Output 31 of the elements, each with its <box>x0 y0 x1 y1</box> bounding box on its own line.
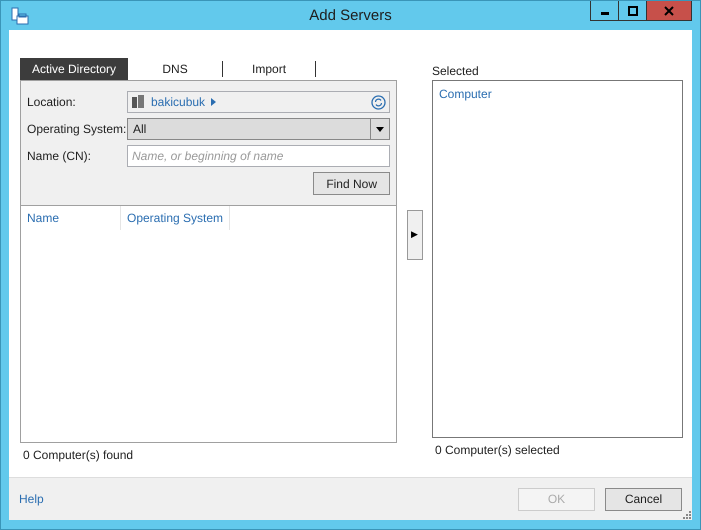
minimize-icon <box>600 12 608 15</box>
maximize-icon <box>628 6 638 16</box>
column-header[interactable]: Name <box>21 206 121 230</box>
help-link[interactable]: Help <box>19 492 44 506</box>
column-header[interactable]: Operating System <box>121 206 230 230</box>
tab[interactable]: Active Directory <box>20 58 128 80</box>
add-button[interactable]: ▶ <box>406 210 422 260</box>
window-title: Add Servers <box>309 7 392 24</box>
status-text: 0 Computer(s) found <box>23 448 134 462</box>
field-label: Location: <box>27 95 77 109</box>
status-text: 0 Computer(s) selected <box>435 443 561 457</box>
selected-label: Selected <box>432 64 480 80</box>
close-button[interactable] <box>646 1 692 21</box>
field-label: Name (CN): <box>27 149 92 163</box>
server-icon <box>11 6 29 24</box>
field-label: Operating System: <box>27 122 127 136</box>
name-input[interactable]: Name, or beginning of name <box>127 145 390 167</box>
caret-icon <box>211 98 216 106</box>
tab[interactable]: Import <box>223 61 316 77</box>
resize-grip-icon <box>682 510 691 519</box>
os-dropdown[interactable]: All <box>127 118 390 140</box>
cancel-button[interactable]: Cancel <box>605 488 682 510</box>
close-icon <box>664 6 674 16</box>
dropdown-arrow-icon <box>376 126 384 132</box>
building-icon <box>131 95 145 109</box>
find-now-button[interactable]: Find Now <box>313 172 390 195</box>
minimize-button[interactable] <box>590 1 619 21</box>
location-field[interactable]: bakicubuk <box>127 91 390 113</box>
tab[interactable]: DNS <box>128 61 224 77</box>
refresh-icon <box>371 94 386 110</box>
list-item[interactable]: Computer <box>439 87 676 101</box>
